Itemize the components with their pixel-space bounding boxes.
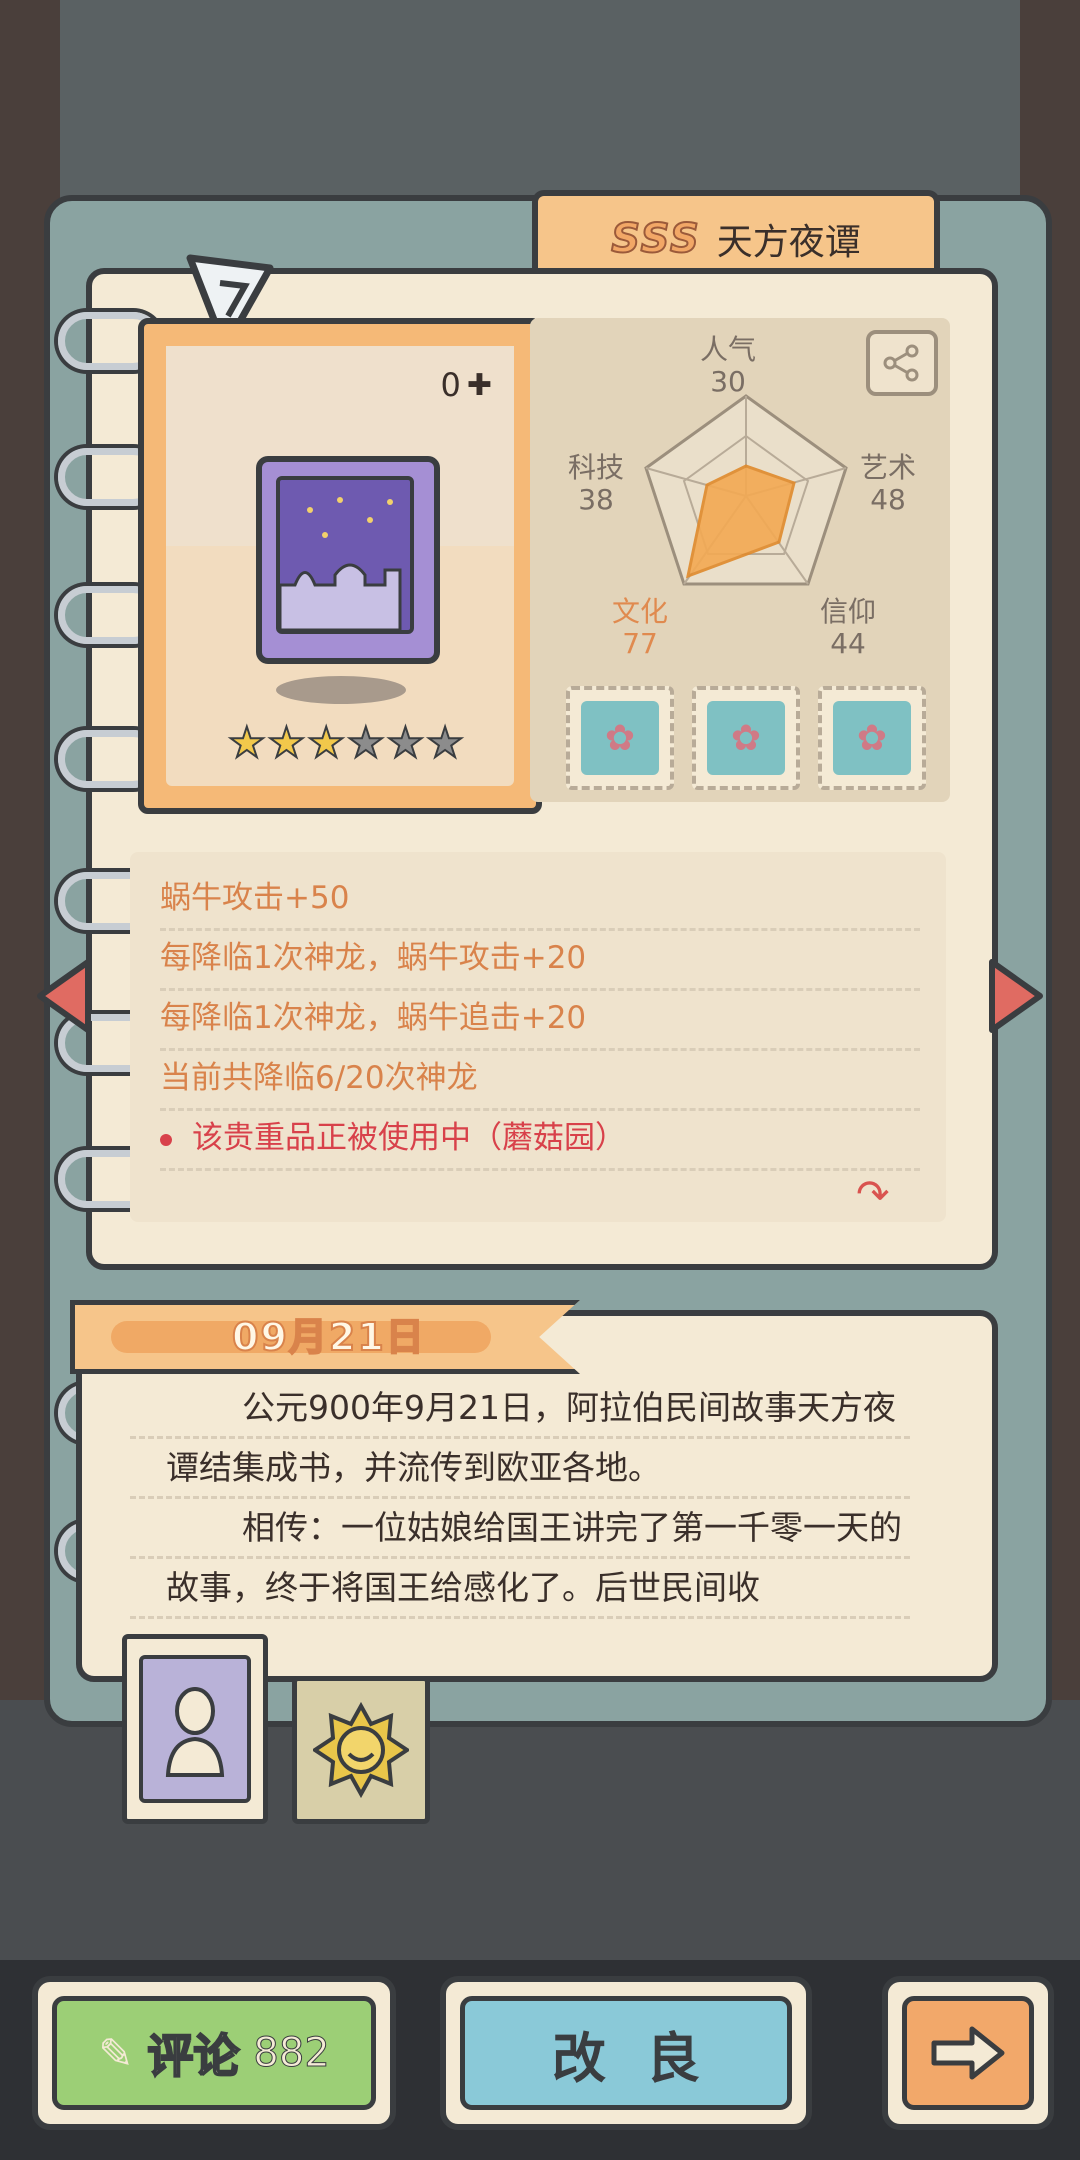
stat-tech: 科技 38	[568, 451, 625, 516]
snail-nest-icon: ✿	[856, 717, 888, 759]
item-card[interactable]: 0 ✚ ★ ★ ★ ★ ★ ★	[138, 318, 542, 814]
stat-art: 艺术 48	[860, 451, 917, 516]
stat-popularity: 人气 30	[700, 333, 757, 398]
item-count: 0 ✚	[441, 366, 493, 404]
bust-icon	[165, 1687, 225, 1777]
rank-badge: SSS	[610, 215, 701, 263]
improve-label: 改良	[552, 2026, 740, 2090]
warning-dot-icon	[160, 1133, 172, 1146]
star-empty-icon: ★	[425, 717, 465, 768]
effect-line: 蜗牛攻击+50	[160, 868, 920, 931]
story-date: 09月21日	[231, 1314, 426, 1360]
tab-person[interactable]	[122, 1634, 268, 1824]
story-paragraph: 相传：一位姑娘给国王讲完了第一千零一天的故事，终于将国王给感化了。后世民间收	[166, 1508, 902, 1607]
radar-chart	[644, 394, 848, 586]
star-empty-icon: ★	[346, 717, 386, 768]
sun-face-icon	[313, 1702, 409, 1798]
comment-label: 评论	[146, 2028, 240, 2084]
stat-culture: 文化 77	[612, 595, 669, 660]
prev-arrow-button[interactable]	[34, 956, 94, 1036]
count-value: 0	[440, 366, 461, 404]
badge-slot-1[interactable]: ✿	[566, 686, 674, 790]
puzzle-icon: ✚	[466, 367, 492, 403]
item-shadow	[276, 676, 406, 704]
star-rating: ★ ★ ★ ★ ★ ★	[227, 717, 465, 768]
badge-slot-2[interactable]: ✿	[692, 686, 800, 790]
right-arrow-icon	[931, 2026, 1005, 2080]
stat-faith: 信仰 44	[820, 595, 877, 660]
item-name: 天方夜谭	[716, 222, 861, 263]
star-icon: ★	[227, 717, 267, 768]
share-icon	[883, 344, 919, 382]
next-button[interactable]	[882, 1976, 1054, 2130]
share-button[interactable]	[866, 330, 938, 396]
tab-sun[interactable]	[292, 1676, 430, 1824]
badge-slot-3[interactable]: ✿	[818, 686, 926, 790]
effect-line: 当前共降临6/20次神龙	[160, 1048, 920, 1111]
star-empty-icon: ★	[386, 717, 426, 768]
effect-line: 每降临1次神龙，蜗牛追击+20	[160, 988, 920, 1051]
improve-button[interactable]: 改良	[440, 1976, 812, 2130]
quill-icon: ✎	[98, 2028, 134, 2078]
snail-nest-icon: ✿	[604, 717, 636, 759]
star-icon: ★	[306, 717, 346, 768]
story-text[interactable]: 公元900年9月21日，阿拉伯民间故事天方夜谭结集成书，并流传到欧亚各地。 相传…	[166, 1378, 926, 1618]
next-arrow-button[interactable]	[986, 956, 1046, 1036]
book-icon	[256, 456, 440, 664]
effects-panel: 蜗牛攻击+50 每降临1次神龙，蜗牛攻击+20 每降临1次神龙，蜗牛追击+20 …	[130, 852, 946, 1222]
star-icon: ★	[267, 717, 307, 768]
effect-line: 每降临1次神龙，蜗牛攻击+20	[160, 928, 920, 991]
comment-button[interactable]: ✎ 评论 882	[32, 1976, 396, 2130]
status-note: 该贵重品正被使用中（蘑菇园）	[160, 1108, 920, 1171]
story-paragraph: 公元900年9月21日，阿拉伯民间故事天方夜谭结集成书，并流传到欧亚各地。	[166, 1388, 896, 1487]
comment-count: 882	[253, 2030, 330, 2077]
snail-nest-icon: ✿	[730, 717, 762, 759]
page-curl-icon[interactable]: ↷	[856, 1172, 890, 1218]
